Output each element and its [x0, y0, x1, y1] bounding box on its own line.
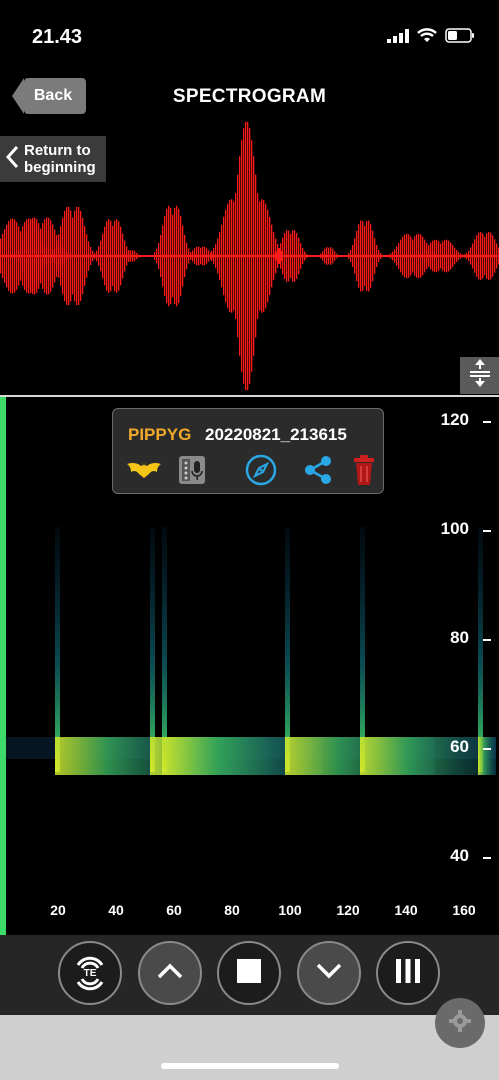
chevron-down-icon — [315, 962, 343, 985]
home-area — [0, 1015, 499, 1080]
stop-button[interactable] — [217, 941, 281, 1005]
x-axis-label: 120 — [336, 902, 360, 918]
y-axis-label: 60 — [450, 737, 469, 756]
x-axis-label: 140 — [394, 902, 418, 918]
gear-icon — [448, 1009, 472, 1038]
x-axis-label: 160 — [452, 902, 476, 918]
bars-icon — [395, 958, 421, 989]
status-icons — [387, 28, 475, 48]
y-axis-label: 120 — [440, 410, 469, 429]
stop-icon — [236, 958, 262, 989]
recording-filename: 20220821_213615 — [205, 425, 347, 444]
y-axis-label: 80 — [450, 628, 469, 647]
y-axis-tick — [483, 530, 491, 532]
page-title: SPECTROGRAM — [172, 86, 327, 107]
bat-icon[interactable] — [125, 453, 163, 487]
svg-text:TE: TE — [84, 968, 97, 979]
compass-icon[interactable] — [243, 453, 279, 487]
return-label: Return to beginning — [24, 142, 96, 176]
control-bar: TE — [0, 935, 499, 1015]
x-axis-label: 20 — [50, 902, 66, 918]
y-axis-tick — [483, 857, 491, 859]
pause-button[interactable] — [376, 941, 440, 1005]
info-actions — [125, 453, 375, 489]
down-button[interactable] — [297, 941, 361, 1005]
y-axis-tick — [483, 748, 491, 750]
species-code: PIPPYG — [128, 425, 192, 444]
chevron-up-icon — [156, 962, 184, 985]
share-icon[interactable] — [301, 453, 335, 487]
home-indicator[interactable] — [161, 1063, 339, 1069]
x-axis-label: 80 — [224, 902, 240, 918]
up-button[interactable] — [138, 941, 202, 1005]
settings-button[interactable] — [435, 998, 485, 1048]
status-bar: 21.43 — [0, 0, 499, 72]
x-axis-label: 40 — [108, 902, 124, 918]
recorder-icon[interactable] — [177, 453, 207, 487]
y-axis-tick — [483, 639, 491, 641]
recording-info-box: PIPPYG 20220821_213615 — [112, 408, 384, 494]
x-axis-label: 60 — [166, 902, 182, 918]
playhead-bar — [0, 397, 6, 935]
wifi-icon — [417, 28, 437, 48]
te-signal-icon: TE — [68, 949, 112, 998]
chevron-left-icon — [4, 144, 20, 174]
battery-icon — [445, 28, 475, 48]
signal-icon — [387, 28, 409, 48]
resize-icon — [468, 358, 492, 393]
status-time: 21.43 — [32, 26, 83, 48]
x-axis-label: 100 — [278, 902, 302, 918]
resize-handle[interactable] — [460, 357, 499, 394]
trigger-button[interactable]: TE — [58, 941, 122, 1005]
y-axis-label: 40 — [450, 846, 469, 865]
y-axis-tick — [483, 421, 491, 423]
delete-icon[interactable] — [351, 453, 377, 487]
y-axis-label: 100 — [440, 519, 469, 538]
return-to-beginning-button[interactable]: Return to beginning — [0, 136, 106, 182]
